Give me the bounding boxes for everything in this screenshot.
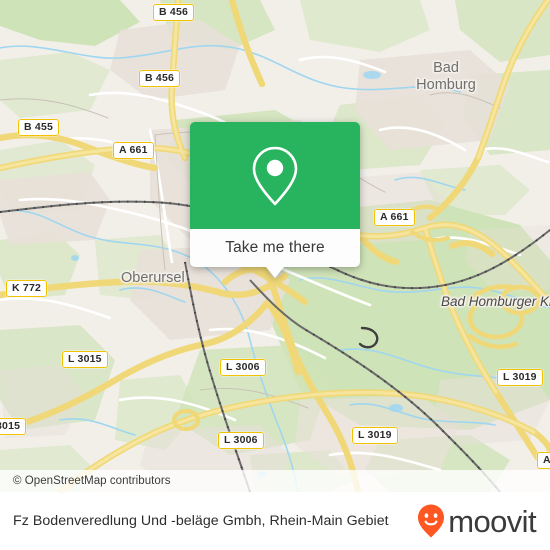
road-shield: L 3019	[352, 427, 398, 444]
road-shield: B 456	[153, 4, 195, 21]
road-shield: A 661	[374, 209, 415, 226]
map-page: B 456 B 456 B 455 A 661 A 661 K 772 L 30…	[0, 0, 550, 550]
road-shield: L 3006	[218, 432, 264, 449]
place-label-oberursel: Oberursel	[121, 270, 185, 286]
road-shield: K 772	[6, 280, 48, 297]
osm-attribution-text[interactable]: © OpenStreetMap contributors	[0, 475, 171, 487]
map-pin-icon	[252, 146, 298, 205]
moovit-wordmark: moovit	[448, 503, 536, 539]
callout-icon-area	[190, 122, 360, 229]
place-label-line2: Homburg	[416, 77, 476, 93]
road-shield: L 3006	[220, 359, 266, 376]
road-shield: L 3015	[62, 351, 108, 368]
road-shield: B 456	[139, 70, 181, 87]
moovit-pin-icon	[418, 504, 445, 538]
moovit-logo[interactable]: moovit	[416, 503, 537, 539]
road-shield: B 455	[18, 119, 60, 136]
road-shield: L 3019	[497, 369, 543, 386]
callout-tail	[266, 267, 284, 278]
road-shield: 3015	[0, 418, 27, 435]
place-label-bad-homburg: Bad Homburg	[401, 60, 491, 94]
footer-bar: Fz Bodenveredlung Und -beläge Gmbh, Rhei…	[0, 492, 550, 550]
place-title: Fz Bodenveredlung Und -beläge Gmbh, Rhei…	[13, 512, 389, 529]
location-callout[interactable]: Take me there	[190, 122, 360, 278]
place-label-line1: Bad	[433, 60, 459, 76]
road-shield: A	[537, 452, 550, 469]
place-label-bad-homburger-kreuz: Bad Homburger Kre	[441, 294, 550, 309]
road-shield: A 661	[113, 142, 154, 159]
take-me-there-label: Take me there	[225, 239, 325, 256]
map-attribution-bar: © OpenStreetMap contributors	[0, 470, 550, 492]
map-canvas[interactable]: B 456 B 456 B 455 A 661 A 661 K 772 L 30…	[0, 0, 550, 492]
callout-action-area[interactable]: Take me there	[190, 229, 360, 278]
